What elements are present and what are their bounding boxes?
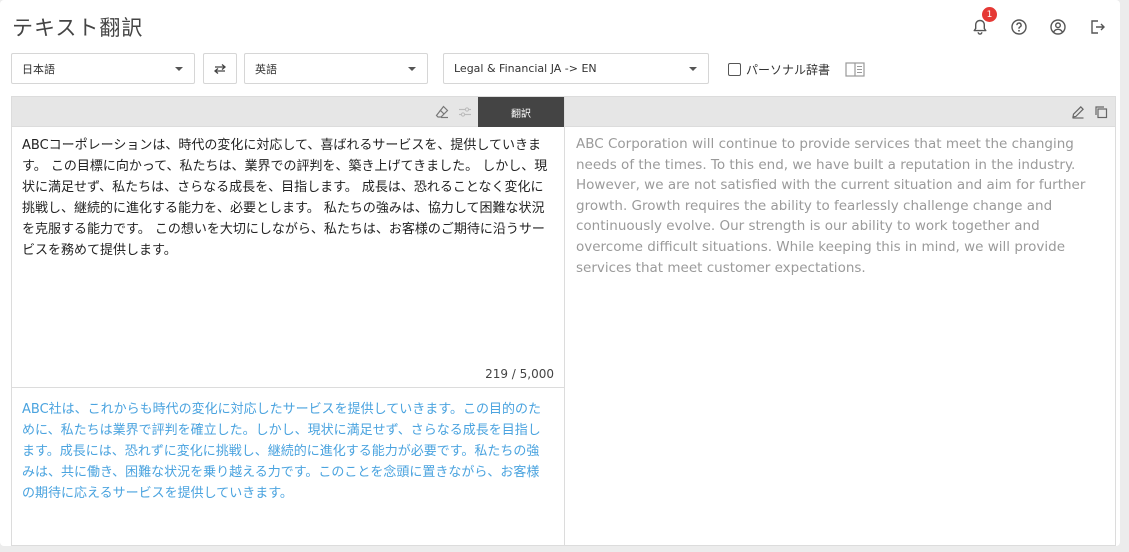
source-text-area[interactable]: ABCコーポレーションは、時代の変化に対応して、喜ばれるサービスを、提供していき… [12,127,564,388]
logout-icon [1088,18,1106,36]
source-panel-toolbar: 翻訳 [12,97,564,127]
help-icon [1010,18,1028,36]
translate-button[interactable]: 翻訳 [478,97,564,127]
pencil-icon[interactable] [1071,105,1085,119]
logout-button[interactable] [1086,16,1108,38]
personal-dictionary-toggle: パーソナル辞書 [728,61,865,78]
personal-dictionary-checkbox[interactable] [728,63,741,76]
language-toolbar: 日本語 英語 Legal & Financial JA -> EN パーソナル辞… [11,53,881,84]
settings-sliders-icon[interactable] [458,105,472,119]
translation-model-value: Legal & Financial JA -> EN [454,62,597,75]
back-translation-text: ABC社は、これからも時代の変化に対応したサービスを提供していきます。この目的の… [22,402,541,501]
target-language-select[interactable]: 英語 [244,53,428,84]
character-count: 219 / 5,000 [485,367,554,381]
target-panel-toolbar [565,97,1115,127]
notifications-button[interactable]: 1 [969,7,997,38]
account-button[interactable] [1047,16,1069,38]
chevron-down-icon [175,67,183,71]
chevron-down-icon [408,67,416,71]
source-language-select[interactable]: 日本語 [11,53,195,84]
swap-languages-button[interactable] [203,53,237,84]
source-language-value: 日本語 [22,62,55,76]
source-panel: 翻訳 ABCコーポレーションは、時代の変化に対応して、喜ばれるサービスを、提供し… [11,96,564,546]
target-language-value: 英語 [255,62,277,76]
account-icon [1049,18,1067,36]
translated-text: ABC Corporation will continue to provide… [576,136,1086,276]
target-panel: ABC Corporation will continue to provide… [564,96,1116,546]
dictionary-panel-icon[interactable] [845,62,865,77]
header-actions: 1 [969,7,1108,38]
source-text: ABCコーポレーションは、時代の変化に対応して、喜ばれるサービスを、提供していき… [22,138,548,258]
swap-icon [212,63,228,75]
translation-model-select[interactable]: Legal & Financial JA -> EN [443,53,709,84]
chevron-down-icon [689,67,697,71]
help-button[interactable] [1008,16,1030,38]
app-window: テキスト翻訳 1 日本語 英語 Legal & Financial JA -> … [0,0,1120,546]
notification-badge: 1 [982,7,997,22]
eraser-icon[interactable] [435,105,449,119]
page-title: テキスト翻訳 [12,16,144,40]
copy-icon[interactable] [1094,105,1108,119]
personal-dictionary-label: パーソナル辞書 [746,63,831,77]
